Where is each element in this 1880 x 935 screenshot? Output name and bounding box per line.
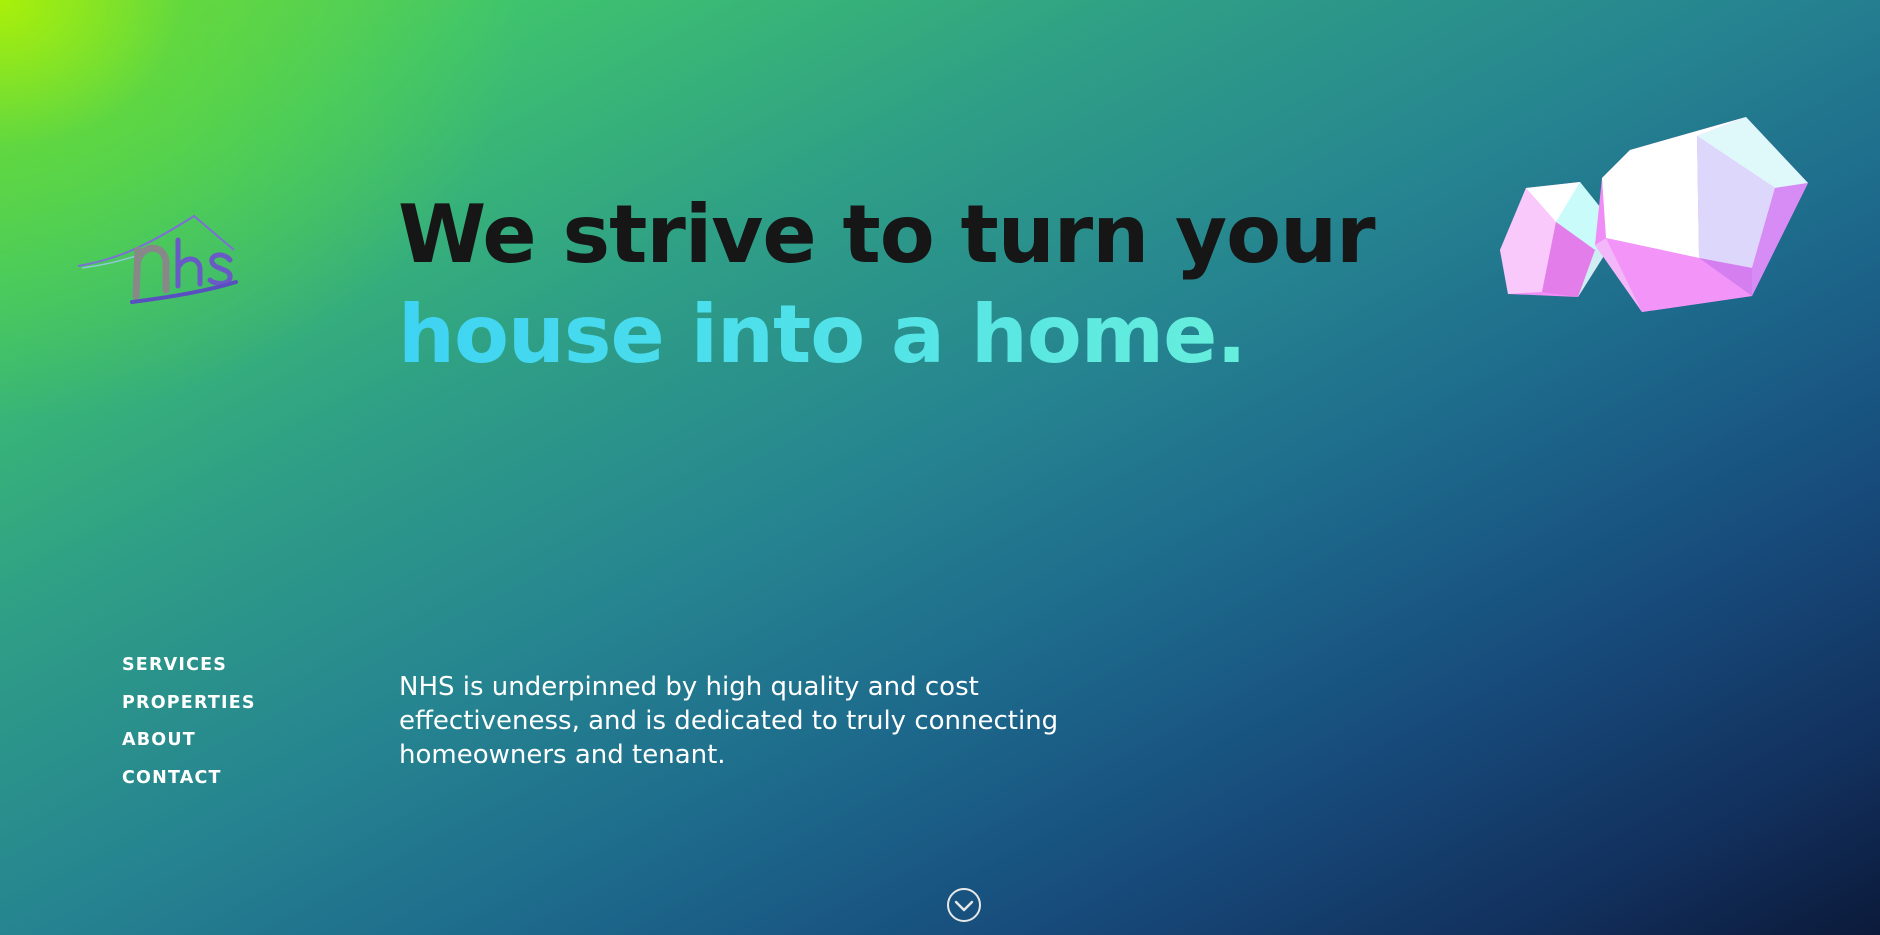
scroll-down-button[interactable] [946, 887, 982, 923]
nhs-house-logo-icon [77, 214, 238, 304]
brand-logo[interactable] [74, 210, 244, 310]
nav-item-properties[interactable]: PROPERTIES [122, 693, 256, 731]
headline-line-2: house into a home. [398, 285, 1375, 385]
crystal-gems-icon [1500, 117, 1808, 312]
nav-item-services[interactable]: SERVICES [122, 655, 256, 693]
crystal-gems-graphic [1490, 110, 1810, 330]
nav-item-contact[interactable]: CONTACT [122, 768, 256, 806]
hero-tagline: NHS is underpinned by high quality and c… [399, 672, 1059, 770]
hero-headline: We strive to turn your house into a home… [398, 185, 1376, 385]
headline-line-1: We strive to turn your [398, 188, 1376, 281]
nav-item-about[interactable]: ABOUT [122, 730, 256, 768]
chevron-down-circle-icon [947, 888, 981, 922]
main-nav: SERVICES PROPERTIES ABOUT CONTACT [122, 655, 256, 805]
